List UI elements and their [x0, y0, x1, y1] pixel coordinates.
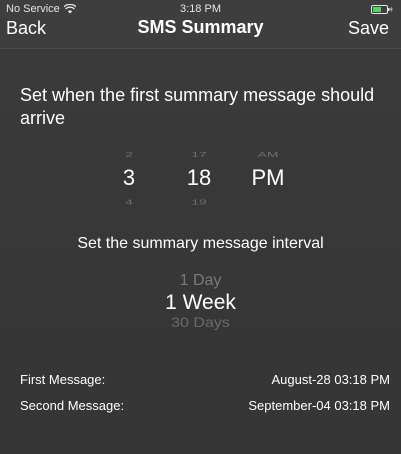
save-button[interactable]: Save: [348, 18, 389, 39]
second-message-value: September-04 03:18 PM: [248, 398, 390, 413]
hour-selected-option[interactable]: 3: [104, 158, 154, 198]
minute-next-option[interactable]: 19: [174, 198, 224, 206]
first-message-instruction: Set when the first summary message shoul…: [20, 85, 375, 128]
interval-selected-option[interactable]: 1 Week: [0, 290, 401, 316]
navigation-bar: No Service 3:18 PM Back SMS Summary Save: [0, 0, 401, 49]
page-title: SMS Summary: [137, 17, 264, 37]
first-message-row: First Message: August-28 03:18 PM: [20, 372, 390, 387]
interval-instruction: Set the summary message interval: [77, 235, 324, 252]
first-message-value: August-28 03:18 PM: [271, 372, 390, 387]
first-message-label: First Message:: [20, 372, 106, 387]
hour-wheel[interactable]: 2 3 4: [104, 140, 154, 220]
second-message-row: Second Message: September-04 03:18 PM: [20, 398, 390, 413]
first-message-time-picker[interactable]: 2 3 4 17 18 19 AM PM: [0, 140, 401, 220]
hour-prev-option[interactable]: 2: [104, 150, 154, 158]
battery-charging-icon: [371, 5, 393, 14]
second-message-label: Second Message:: [20, 398, 125, 413]
minute-wheel[interactable]: 17 18 19: [174, 140, 224, 220]
hour-next-option[interactable]: 4: [104, 198, 154, 206]
minute-selected-option[interactable]: 18: [174, 158, 224, 198]
ampm-wheel[interactable]: AM PM: [240, 140, 296, 220]
ampm-selected-option[interactable]: PM: [240, 158, 296, 198]
interval-prev-option[interactable]: 1 Day: [0, 272, 401, 290]
minute-prev-option[interactable]: 17: [174, 150, 224, 158]
ampm-next-option[interactable]: [240, 198, 296, 206]
interval-next-option[interactable]: 30 Days: [0, 316, 401, 331]
sms-summary-screen: No Service 3:18 PM Back SMS Summary Save…: [0, 0, 401, 454]
interval-wheel[interactable]: 1 Day 1 Week 30 Days: [0, 272, 401, 342]
status-time: 3:18 PM: [180, 3, 221, 15]
ampm-prev-option[interactable]: AM: [240, 150, 296, 158]
